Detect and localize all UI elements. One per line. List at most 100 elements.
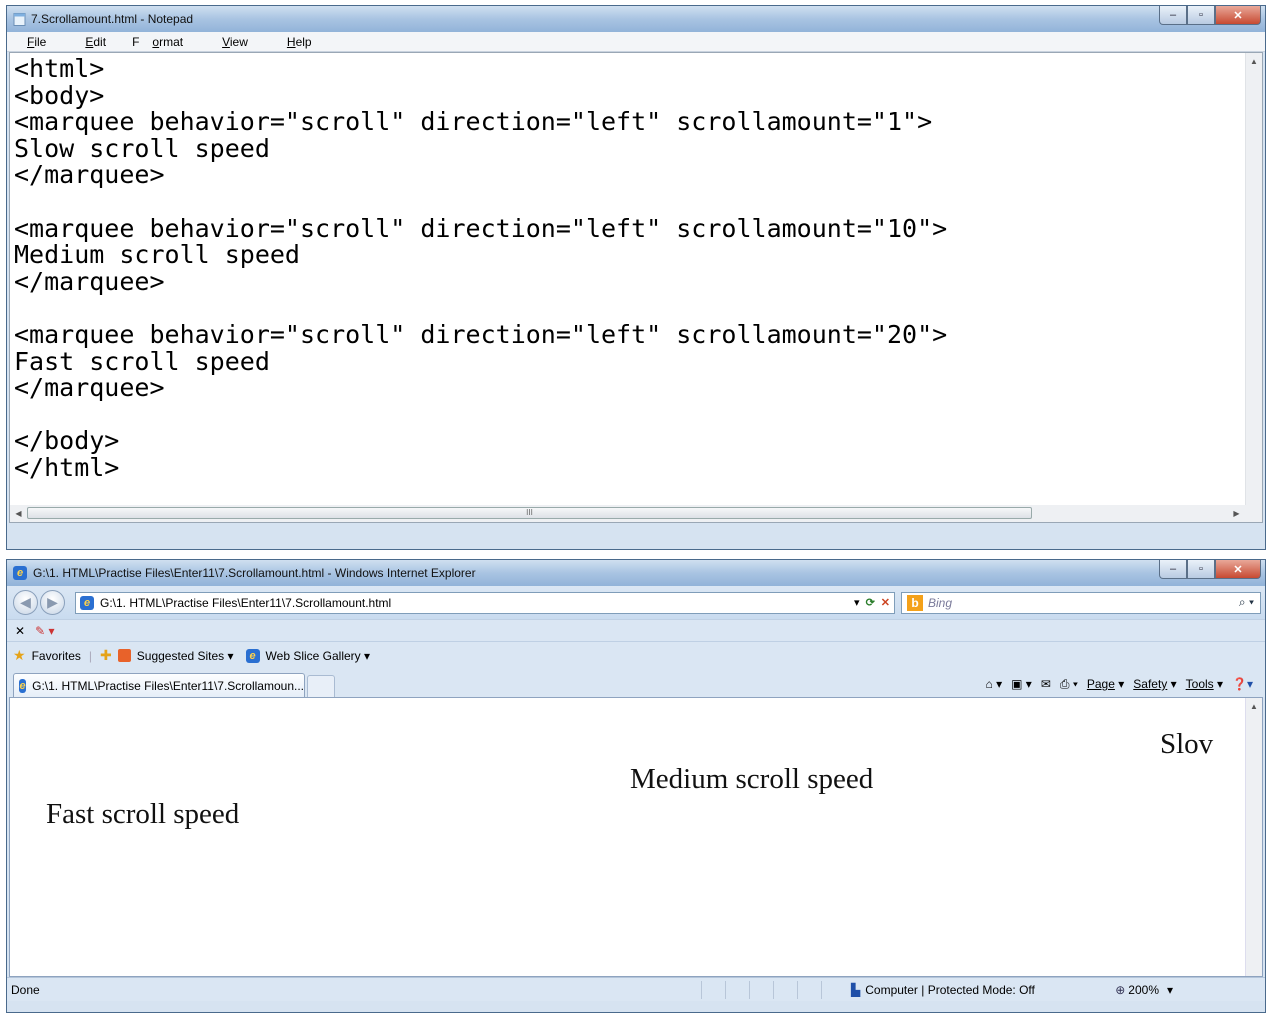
search-box[interactable]: b Bing ⌕ ▾: [901, 591, 1261, 614]
ie-close-button[interactable]: ✕: [1215, 560, 1261, 579]
code-line[interactable]: </marquee>: [14, 268, 947, 296]
code-line[interactable]: [14, 402, 947, 429]
scroll-right-icon[interactable]: ▶: [1228, 509, 1245, 518]
maximize-icon: ▫: [1199, 9, 1203, 21]
menu-edit[interactable]: Edit: [72, 35, 119, 49]
help-icon[interactable]: ❓▾: [1232, 677, 1253, 691]
notepad-window: 7.Scrollamount.html - Notepad – ▫ ✕ File…: [6, 5, 1266, 550]
resize-grip[interactable]: [1245, 505, 1262, 522]
ie-minimize-button[interactable]: –: [1159, 560, 1187, 579]
status-bar: Done ▙ Computer | Protected Mode: Off ⊕ …: [7, 977, 1265, 1001]
code-line[interactable]: <marquee behavior="scroll" direction="le…: [14, 215, 947, 243]
navigation-bar: ◀ ▶ e G:\1. HTML\Practise Files\Enter11\…: [7, 586, 1265, 619]
marquee-slow: Slov: [1160, 728, 1214, 760]
command-bar: ⌂ ▾ ▣ ▾ ✉ ⎙ ▾ Page ▾ Safety ▾ Tools ▾ ❓▾: [986, 671, 1265, 697]
menu-help[interactable]: Help: [274, 35, 325, 49]
code-line[interactable]: [14, 295, 947, 322]
notepad-titlebar[interactable]: 7.Scrollamount.html - Notepad – ▫ ✕: [7, 6, 1265, 32]
ie-window: e G:\1. HTML\Practise Files\Enter11\7.Sc…: [6, 559, 1266, 1013]
code-line[interactable]: </body>: [14, 428, 947, 455]
menu-view[interactable]: View: [209, 35, 261, 49]
page-content[interactable]: Slov Medium scroll speed Fast scroll spe…: [9, 697, 1263, 977]
suggested-sites-icon: [117, 649, 131, 662]
ie-vertical-scrollbar[interactable]: ▲: [1245, 698, 1262, 976]
add-favorite-icon[interactable]: ✚: [100, 647, 112, 664]
bing-icon: b: [907, 594, 923, 611]
suggested-sites-link[interactable]: Suggested Sites ▾: [137, 649, 234, 663]
favorites-button[interactable]: Favorites: [32, 649, 81, 663]
address-text[interactable]: G:\1. HTML\Practise Files\Enter11\7.Scro…: [100, 596, 391, 610]
code-line[interactable]: Medium scroll speed: [14, 242, 947, 269]
close-icon: ✕: [1233, 563, 1243, 576]
close-toolbar-icon[interactable]: ✕: [15, 624, 25, 638]
menu-format[interactable]: Format: [132, 35, 196, 49]
home-icon[interactable]: ⌂ ▾: [986, 677, 1003, 691]
addon-toolbar: ✕ ✎ ▾: [7, 619, 1265, 641]
address-bar[interactable]: e G:\1. HTML\Practise Files\Enter11\7.Sc…: [75, 591, 895, 614]
text-editor[interactable]: <html> <body> <marquee behavior="scroll" d…: [9, 52, 1263, 523]
minimize-button[interactable]: –: [1159, 6, 1187, 25]
maximize-icon: ▫: [1199, 563, 1203, 575]
horizontal-scroll-thumb[interactable]: III: [27, 507, 1032, 519]
vertical-scrollbar[interactable]: ▲: [1245, 53, 1262, 505]
notepad-icon: [13, 12, 26, 26]
code-line[interactable]: <html>: [14, 55, 947, 83]
maximize-button[interactable]: ▫: [1187, 6, 1215, 25]
code-line[interactable]: </html>: [14, 454, 947, 482]
web-slice-icon: e: [245, 648, 260, 663]
close-button[interactable]: ✕: [1215, 6, 1261, 25]
tab-page-icon: e: [19, 678, 27, 693]
notepad-title: 7.Scrollamount.html - Notepad: [31, 12, 194, 26]
web-slice-gallery-link[interactable]: Web Slice Gallery ▾: [266, 649, 371, 663]
code-line[interactable]: <marquee behavior="scroll" direction="le…: [14, 109, 947, 136]
code-text[interactable]: <html> <body> <marquee behavior="scroll" d…: [14, 55, 947, 482]
mail-icon[interactable]: ✉: [1041, 677, 1051, 691]
favorites-bar: ★ Favorites | ✚ Suggested Sites ▾ e Web …: [7, 641, 1265, 669]
print-icon[interactable]: ⎙ ▾: [1060, 677, 1078, 692]
code-line[interactable]: Slow scroll speed: [14, 135, 947, 163]
code-line[interactable]: </marquee>: [14, 162, 947, 189]
code-line[interactable]: <body>: [14, 82, 947, 110]
menu-file[interactable]: File: [14, 35, 59, 49]
search-icon[interactable]: ⌕ ▾: [1239, 595, 1254, 610]
horizontal-scrollbar[interactable]: ◀ III ▶: [10, 505, 1245, 522]
search-placeholder[interactable]: Bing: [928, 596, 952, 610]
ie-scroll-up-icon[interactable]: ▲: [1246, 698, 1262, 715]
back-icon: ◀: [20, 594, 31, 610]
scroll-left-icon[interactable]: ◀: [10, 509, 27, 518]
forward-button[interactable]: ▶: [40, 590, 65, 615]
favorites-star-icon: ★: [13, 647, 26, 663]
close-icon: ✕: [1233, 9, 1243, 22]
zoom-icon[interactable]: ⊕: [1115, 983, 1125, 997]
tab-title[interactable]: G:\1. HTML\Practise Files\Enter11\7.Scro…: [32, 679, 304, 693]
minimize-icon: –: [1169, 563, 1177, 575]
feeds-icon[interactable]: ▣ ▾: [1011, 677, 1032, 691]
ie-logo-icon: e: [13, 566, 27, 580]
zoom-dropdown-icon[interactable]: ▾: [1167, 983, 1173, 997]
safety-menu[interactable]: Safety ▾: [1133, 677, 1176, 691]
ie-page-icon: e: [80, 595, 94, 610]
code-line[interactable]: Fast scroll speed: [14, 348, 947, 376]
ie-maximize-button[interactable]: ▫: [1187, 560, 1215, 579]
zone-text[interactable]: Computer | Protected Mode: Off: [865, 983, 1115, 997]
page-menu[interactable]: Page ▾: [1087, 677, 1124, 691]
scroll-up-icon[interactable]: ▲: [1246, 53, 1262, 70]
back-button[interactable]: ◀: [13, 590, 38, 615]
new-tab-button[interactable]: [307, 675, 335, 697]
addon-icon[interactable]: ✎ ▾: [35, 624, 54, 638]
code-line[interactable]: </marquee>: [14, 375, 947, 402]
code-line[interactable]: [14, 189, 947, 216]
forward-icon: ▶: [47, 594, 58, 610]
notepad-menubar: File Edit Format View Help: [7, 32, 1265, 52]
status-text: Done: [11, 982, 40, 997]
tab-active[interactable]: e G:\1. HTML\Practise Files\Enter11\7.Sc…: [13, 673, 305, 697]
code-line[interactable]: <marquee behavior="scroll" direction="le…: [14, 321, 947, 349]
zoom-level[interactable]: 200%: [1128, 983, 1159, 997]
tab-row: e G:\1. HTML\Practise Files\Enter11\7.Sc…: [7, 669, 1265, 697]
stop-icon[interactable]: ✕: [881, 596, 890, 609]
ie-title: G:\1. HTML\Practise Files\Enter11\7.Scro…: [33, 566, 476, 580]
tools-menu[interactable]: Tools ▾: [1186, 677, 1223, 691]
refresh-icon[interactable]: ⟳: [866, 596, 875, 609]
ie-titlebar[interactable]: e G:\1. HTML\Practise Files\Enter11\7.Sc…: [7, 560, 1265, 586]
address-dropdown-icon[interactable]: ▾: [854, 596, 860, 609]
